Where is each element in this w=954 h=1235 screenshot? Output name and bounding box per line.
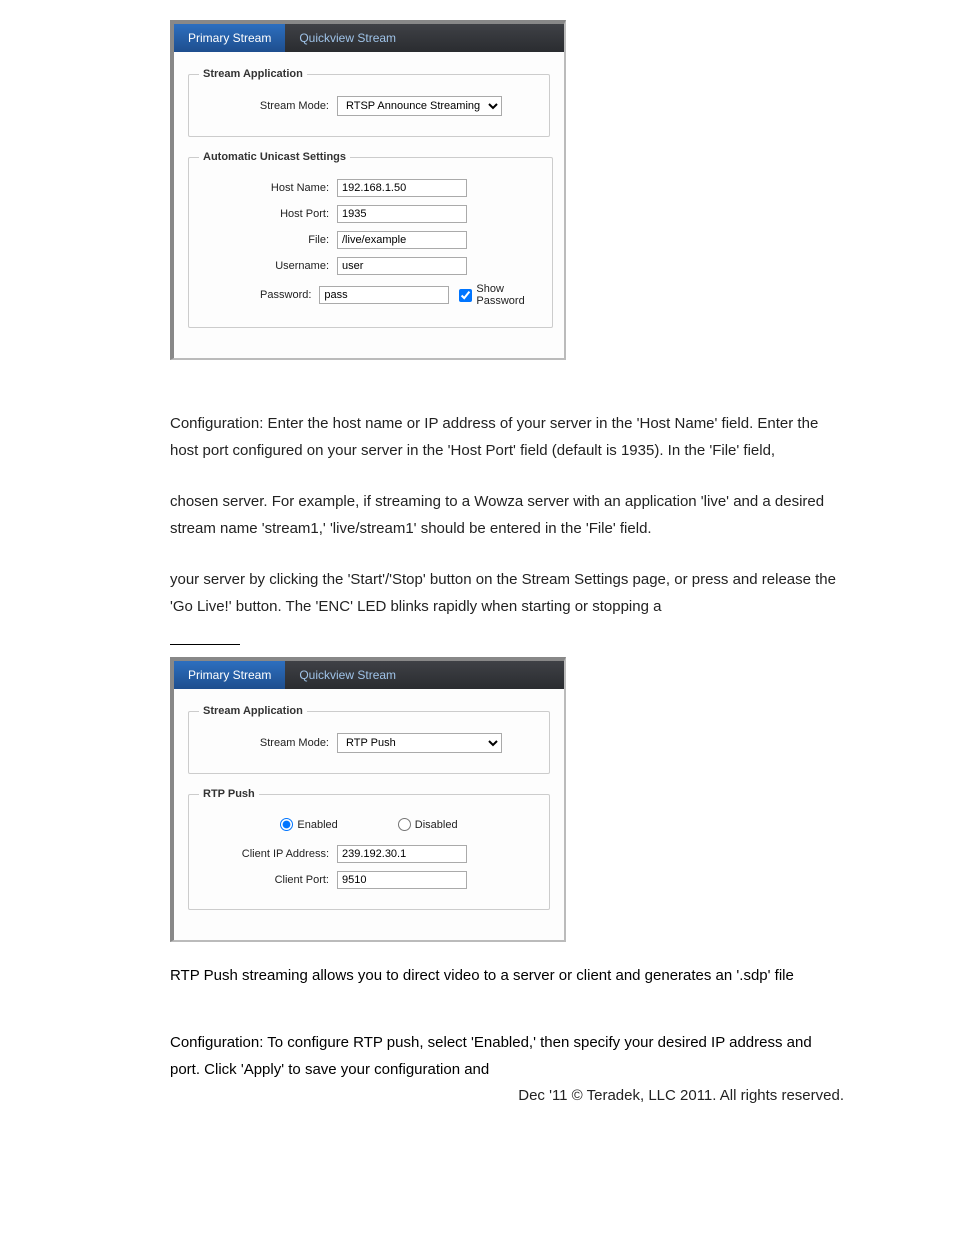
paragraph: your server by clicking the 'Start'/'Sto…: [170, 566, 844, 620]
file-label: File:: [199, 234, 337, 246]
stream-mode-select[interactable]: RTP Push: [337, 733, 502, 753]
password-label: Password:: [199, 289, 319, 301]
rtp-push-panel: Primary Stream Quickview Stream Stream A…: [170, 657, 566, 942]
username-label: Username:: [199, 260, 337, 272]
rtp-enabled-option[interactable]: Enabled: [280, 818, 337, 831]
tab-primary-stream[interactable]: Primary Stream: [174, 661, 285, 689]
host-port-input[interactable]: [337, 205, 467, 223]
rtp-disabled-radio[interactable]: [398, 818, 411, 831]
stream-mode-label: Stream Mode:: [199, 737, 337, 749]
host-name-label: Host Name:: [199, 182, 337, 194]
stream-app-legend: Stream Application: [199, 68, 307, 80]
unicast-legend: Automatic Unicast Settings: [199, 151, 350, 163]
username-input[interactable]: [337, 257, 467, 275]
tab-bar: Primary Stream Quickview Stream: [174, 24, 564, 52]
host-name-input[interactable]: [337, 179, 467, 197]
paragraph: Configuration: To configure RTP push, se…: [170, 1029, 844, 1083]
paragraph: chosen server. For example, if streaming…: [170, 488, 844, 542]
tab-quickview-stream[interactable]: Quickview Stream: [285, 661, 410, 689]
rtp-push-legend: RTP Push: [199, 788, 259, 800]
tab-quickview-stream[interactable]: Quickview Stream: [285, 24, 410, 52]
footer-copyright: Dec '11 © Teradek, LLC 2011. All rights …: [170, 1087, 844, 1104]
stream-application-fieldset: Stream Application Stream Mode: RTSP Ann…: [188, 68, 550, 137]
client-port-label: Client Port:: [199, 874, 337, 886]
client-ip-label: Client IP Address:: [199, 848, 337, 860]
rtsp-description-text: Configuration: Enter the host name or IP…: [170, 410, 844, 620]
password-input[interactable]: [319, 286, 449, 304]
stream-mode-label: Stream Mode:: [199, 100, 337, 112]
rtp-enabled-label: Enabled: [297, 819, 337, 831]
stream-application-fieldset: Stream Application Stream Mode: RTP Push: [188, 705, 550, 774]
panel-body: Stream Application Stream Mode: RTSP Ann…: [174, 52, 564, 358]
show-password-checkbox[interactable]: [459, 289, 472, 302]
rtp-disabled-option[interactable]: Disabled: [398, 818, 458, 831]
show-password-wrapper[interactable]: Show Password: [459, 283, 542, 307]
client-port-input[interactable]: [337, 871, 467, 889]
paragraph: Configuration: Enter the host name or IP…: [170, 410, 844, 464]
tab-bar: Primary Stream Quickview Stream: [174, 661, 564, 689]
paragraph: RTP Push streaming allows you to direct …: [170, 962, 844, 989]
rtp-push-fieldset: RTP Push Enabled Disabled Client IP Addr…: [188, 788, 550, 910]
section-divider: [170, 644, 240, 645]
rtsp-config-panel: Primary Stream Quickview Stream Stream A…: [170, 20, 566, 360]
panel-body: Stream Application Stream Mode: RTP Push…: [174, 689, 564, 940]
show-password-label: Show Password: [476, 283, 542, 307]
rtp-disabled-label: Disabled: [415, 819, 458, 831]
stream-app-legend: Stream Application: [199, 705, 307, 717]
host-port-label: Host Port:: [199, 208, 337, 220]
file-input[interactable]: [337, 231, 467, 249]
tab-primary-stream[interactable]: Primary Stream: [174, 24, 285, 52]
unicast-settings-fieldset: Automatic Unicast Settings Host Name: Ho…: [188, 151, 553, 328]
rtp-enabled-radio[interactable]: [280, 818, 293, 831]
client-ip-input[interactable]: [337, 845, 467, 863]
stream-mode-select[interactable]: RTSP Announce Streaming: [337, 96, 502, 116]
